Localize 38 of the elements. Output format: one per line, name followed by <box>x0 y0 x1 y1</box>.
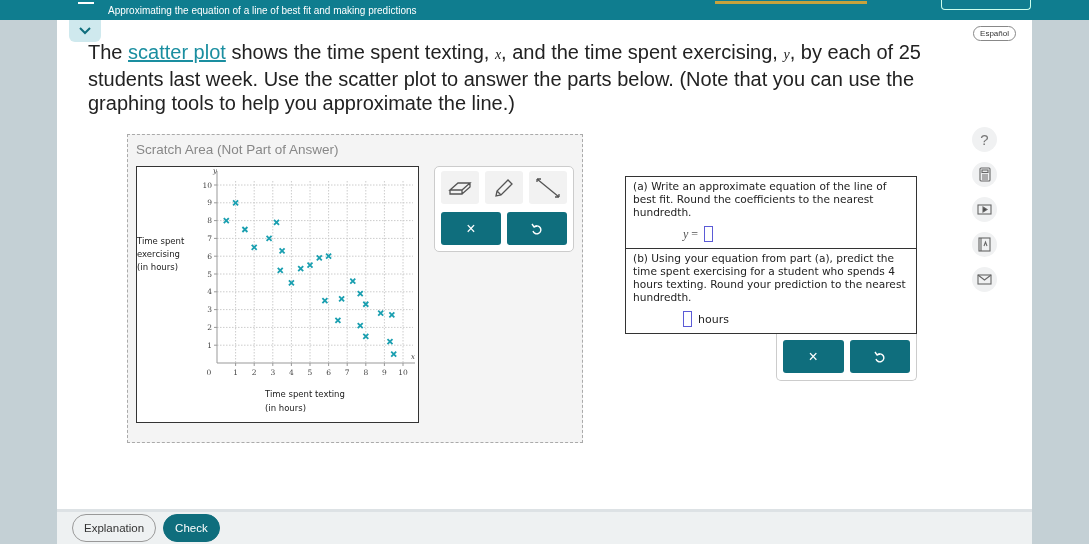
unit-label: hours <box>698 312 729 326</box>
part-question: (a) Write an approximate equation of the line of best fit. Round the coefficients to the nearest hundredth. <box>633 180 888 219</box>
eraser-tool-button[interactable] <box>440 171 479 204</box>
book-icon <box>978 237 991 252</box>
video-button[interactable] <box>972 197 997 222</box>
line-tool-button[interactable] <box>528 171 567 204</box>
mail-button[interactable] <box>972 267 997 292</box>
scatter-plot-link[interactable]: scatter plot <box>128 41 226 63</box>
help-button[interactable]: ? <box>972 127 997 152</box>
answer-field[interactable] <box>683 311 692 327</box>
lesson-title: Approximating the equation of a line of best fit and making predictions <box>108 4 417 16</box>
top-button[interactable] <box>940 0 1031 10</box>
check-button[interactable]: Check <box>163 514 220 542</box>
y-axis-label: Time spent exercising (in hours) <box>137 235 186 274</box>
collapse-button[interactable] <box>69 20 101 42</box>
pencil-tool-button[interactable] <box>484 171 523 204</box>
undo-button[interactable] <box>506 212 567 245</box>
question-text: The scatter plot shows the time spent texting, x, and the time spent exercising, y, by each of 25 students last week. Use the scatter plot to answer the parts below. (Note that you can use the graphing tools to help you approximate the line.) <box>88 40 922 115</box>
part-question: (b) Using your equation from part (a), predict the time spent exercising for a student who spends 4 hours texting. Round your prediction to the nearest hundredth. <box>633 252 907 304</box>
chevron-down-icon <box>79 27 91 35</box>
equation-prefix: y = <box>683 226 699 242</box>
undo-button[interactable] <box>849 340 910 373</box>
mail-icon <box>977 274 992 285</box>
undo-icon <box>874 350 886 363</box>
pencil-icon <box>492 177 515 198</box>
clear-button[interactable]: × <box>783 340 844 373</box>
calculator-icon <box>978 167 991 182</box>
answer-field[interactable] <box>704 226 714 242</box>
eraser-icon <box>447 179 472 196</box>
undo-icon <box>531 222 543 235</box>
glossary-button[interactable] <box>972 232 997 257</box>
x-axis-label: Time spent texting (in hours) <box>265 388 346 415</box>
play-icon <box>977 204 992 215</box>
line-tool-icon <box>535 176 561 199</box>
clear-button[interactable]: × <box>440 212 501 245</box>
scratch-area-title: Scratch Area (Not Part of Answer) <box>136 142 340 157</box>
calculator-button[interactable] <box>972 162 997 187</box>
language-button[interactable]: Español <box>973 26 1016 41</box>
